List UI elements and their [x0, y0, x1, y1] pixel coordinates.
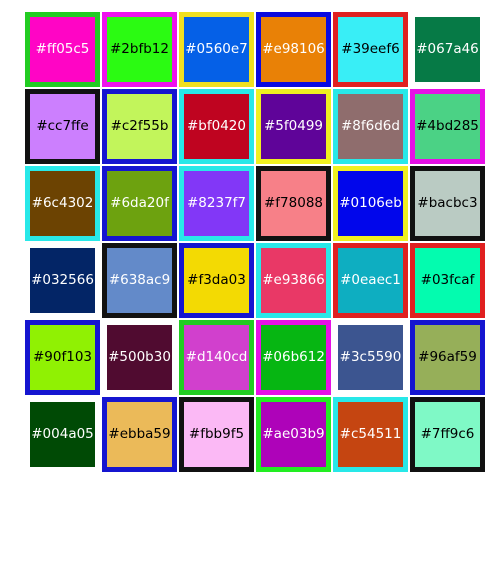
color-swatch: #ebba59 [102, 397, 177, 472]
color-swatch: #f78088 [256, 166, 331, 241]
swatch-hex-label: #032566 [31, 271, 94, 288]
color-swatch: #6da20f [102, 166, 177, 241]
swatch-hex-label: #cc7ffe [36, 117, 89, 134]
color-swatch: #39eef6 [333, 12, 408, 87]
color-swatch: #cc7ffe [25, 89, 100, 164]
swatch-hex-label: #500b30 [108, 348, 171, 365]
swatch-hex-label: #067a46 [416, 40, 479, 57]
color-swatch: #2bfb12 [102, 12, 177, 87]
swatch-hex-label: #96af59 [418, 348, 477, 365]
swatch-hex-label: #c54511 [339, 425, 402, 442]
swatch-hex-label: #7ff9c6 [420, 425, 475, 442]
swatch-hex-label: #3c5590 [339, 348, 402, 365]
color-swatch: #06b612 [256, 320, 331, 395]
swatch-hex-label: #8f6d6d [341, 117, 400, 134]
swatch-hex-label: #06b612 [262, 348, 325, 365]
color-swatch: #8f6d6d [333, 89, 408, 164]
swatch-hex-label: #ae03b9 [262, 425, 325, 442]
color-swatch: #bacbc3 [410, 166, 485, 241]
swatch-hex-label: #c2f55b [110, 117, 169, 134]
swatch-hex-label: #6da20f [110, 194, 169, 211]
color-swatch: #6c4302 [25, 166, 100, 241]
swatch-hex-label: #90f103 [32, 348, 92, 365]
swatch-hex-label: #e98106 [262, 40, 325, 57]
swatch-hex-label: #f3da03 [187, 271, 246, 288]
swatch-hex-label: #004a05 [31, 425, 94, 442]
swatch-hex-label: #6c4302 [31, 194, 94, 211]
color-swatch: #03fcaf [410, 243, 485, 318]
color-swatch: #c2f55b [102, 89, 177, 164]
color-swatch: #032566 [25, 243, 100, 318]
swatch-hex-label: #0560e7 [185, 40, 248, 57]
color-swatch: #f3da03 [179, 243, 254, 318]
color-swatch: #067a46 [410, 12, 485, 87]
swatch-hex-label: #8237f7 [186, 194, 246, 211]
color-swatch: #004a05 [25, 397, 100, 472]
swatch-hex-label: #fbb9f5 [188, 425, 245, 442]
swatch-hex-label: #39eef6 [341, 40, 400, 57]
color-swatch: #638ac9 [102, 243, 177, 318]
swatch-hex-label: #d140cd [185, 348, 248, 365]
swatch-hex-label: #bacbc3 [417, 194, 478, 211]
swatch-hex-label: #638ac9 [108, 271, 171, 288]
color-swatch: #0106eb [333, 166, 408, 241]
color-swatch: #7ff9c6 [410, 397, 485, 472]
swatch-hex-label: #ff05c5 [35, 40, 90, 57]
swatch-hex-label: #4bd285 [416, 117, 479, 134]
swatch-hex-label: #e93866 [262, 271, 325, 288]
color-swatch: #0eaec1 [333, 243, 408, 318]
color-swatch: #ff05c5 [25, 12, 100, 87]
color-swatch: #96af59 [410, 320, 485, 395]
color-swatch-grid: #ff05c5 #2bfb12 #0560e7 #e98106 #39eef6 … [25, 12, 485, 472]
color-swatch: #500b30 [102, 320, 177, 395]
swatch-hex-label: #ebba59 [108, 425, 171, 442]
swatch-hex-label: #5f0499 [263, 117, 323, 134]
swatch-hex-label: #2bfb12 [110, 40, 169, 57]
color-swatch: #8237f7 [179, 166, 254, 241]
color-swatch: #90f103 [25, 320, 100, 395]
swatch-hex-label: #0106eb [339, 194, 402, 211]
color-swatch: #0560e7 [179, 12, 254, 87]
color-swatch: #bf0420 [179, 89, 254, 164]
color-swatch: #e98106 [256, 12, 331, 87]
swatch-hex-label: #f78088 [263, 194, 323, 211]
color-swatch: #fbb9f5 [179, 397, 254, 472]
swatch-hex-label: #bf0420 [187, 117, 246, 134]
color-swatch: #d140cd [179, 320, 254, 395]
color-swatch: #ae03b9 [256, 397, 331, 472]
color-swatch: #4bd285 [410, 89, 485, 164]
color-swatch: #c54511 [333, 397, 408, 472]
color-swatch: #e93866 [256, 243, 331, 318]
color-swatch: #3c5590 [333, 320, 408, 395]
color-swatch: #5f0499 [256, 89, 331, 164]
swatch-hex-label: #03fcaf [420, 271, 475, 288]
swatch-hex-label: #0eaec1 [340, 271, 401, 288]
